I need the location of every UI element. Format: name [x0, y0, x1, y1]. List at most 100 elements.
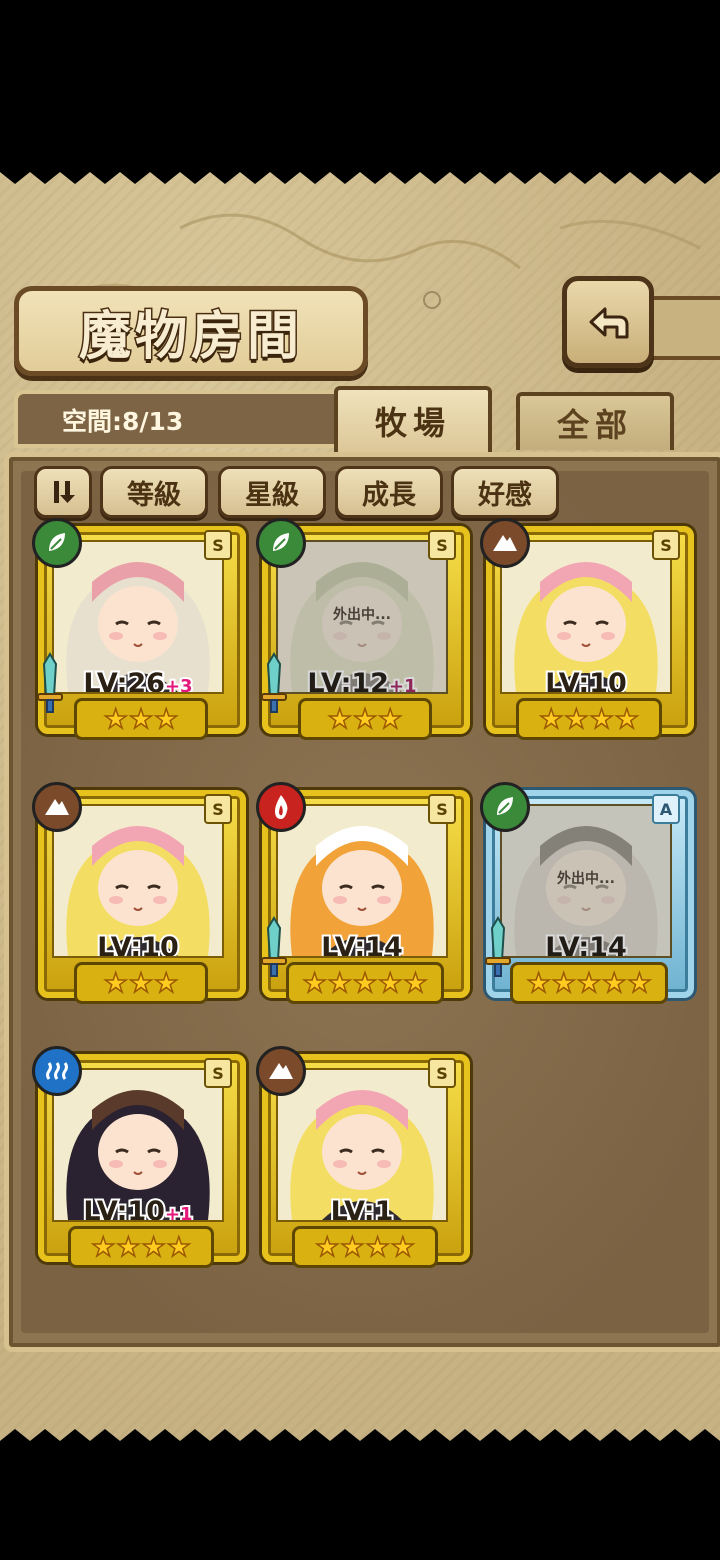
earth-icon — [480, 518, 530, 568]
sort-by-stars-button[interactable]: 星級 — [218, 466, 326, 518]
level-value: LV:26 — [81, 666, 167, 694]
level-value: LV:10 — [81, 1194, 167, 1222]
star-rating: ★ ★ ★ ★ — [292, 1226, 438, 1268]
monster-level: LV:1 — [278, 1194, 446, 1220]
back-button[interactable] — [562, 276, 654, 368]
sword-icon — [261, 652, 287, 713]
star-icon: ★ — [103, 703, 129, 735]
star-icon: ★ — [90, 1231, 116, 1263]
tab-all[interactable]: 全部 — [516, 392, 674, 450]
monster-portrait: 外出中... LV:14 — [500, 804, 672, 958]
star-icon: ★ — [377, 967, 403, 999]
rank-badge: S — [428, 530, 456, 560]
star-rating: ★ ★ ★ — [74, 962, 208, 1004]
title-plaque: 魔物房間 — [14, 286, 368, 376]
rank-badge: S — [204, 530, 232, 560]
monster-portrait: LV:14 — [276, 804, 448, 958]
star-icon: ★ — [352, 703, 378, 735]
star-icon: ★ — [128, 967, 154, 999]
star-rating: ★ ★ ★ ★ — [516, 698, 662, 740]
sort-order-button[interactable] — [34, 466, 92, 518]
star-rating: ★ ★ ★ — [298, 698, 432, 740]
star-icon: ★ — [153, 967, 179, 999]
monster-level: LV:10+1 — [54, 1194, 222, 1222]
away-status-label: 外出中... — [333, 607, 391, 623]
monster-portrait: LV:26+3 — [52, 540, 224, 694]
star-icon: ★ — [116, 1231, 142, 1263]
star-rating: ★ ★ ★ ★ ★ — [510, 962, 668, 1004]
level-value: LV:12 — [305, 666, 391, 694]
water-icon — [32, 1046, 82, 1096]
star-icon: ★ — [327, 967, 353, 999]
star-icon: ★ — [627, 967, 653, 999]
star-icon: ★ — [614, 703, 640, 735]
star-icon: ★ — [352, 967, 378, 999]
monster-level: LV:10 — [54, 930, 222, 958]
rank-badge: S — [428, 794, 456, 824]
star-rating: ★ ★ ★ ★ ★ — [286, 962, 444, 1004]
star-icon: ★ — [141, 1231, 167, 1263]
star-icon: ★ — [128, 703, 154, 735]
star-icon: ★ — [526, 967, 552, 999]
top-torn-edge — [0, 168, 720, 184]
earth-icon — [32, 782, 82, 832]
monster-card[interactable]: 外出中... LV:14 ★ ★ ★ ★ ★ A — [480, 782, 694, 1004]
star-icon: ★ — [153, 703, 179, 735]
monster-portrait: LV:10+1 — [52, 1068, 224, 1222]
star-icon: ★ — [601, 967, 627, 999]
page-title: 魔物房間 — [77, 304, 303, 368]
monster-card[interactable]: 外出中... LV:12+1 ★ ★ ★ S — [256, 518, 470, 740]
star-icon: ★ — [564, 703, 590, 735]
monster-level: LV:14 — [278, 930, 446, 956]
capacity-bar: 空間:8/13 — [14, 390, 344, 448]
rank-badge: S — [204, 1058, 232, 1088]
return-arrow-icon — [589, 307, 629, 339]
capacity-label: 空間:8/13 — [62, 407, 184, 436]
level-value: LV:14 — [543, 930, 629, 958]
monster-card[interactable]: LV:14 ★ ★ ★ ★ ★ S — [256, 782, 470, 1004]
star-icon: ★ — [576, 967, 602, 999]
star-rating: ★ ★ ★ — [74, 698, 208, 740]
level-bonus: +1 — [163, 1202, 195, 1222]
sort-order-icon — [54, 481, 75, 503]
monster-portrait: LV:10 — [52, 804, 224, 958]
monster-card[interactable]: LV:1 ★ ★ ★ ★ S — [256, 1046, 470, 1268]
star-icon: ★ — [551, 967, 577, 999]
monster-card[interactable]: LV:26+3 ★ ★ ★ S — [32, 518, 246, 740]
monster-portrait: LV:1 — [276, 1068, 448, 1222]
monster-level: LV:12+1 — [278, 666, 446, 694]
leaf-icon — [480, 782, 530, 832]
sort-by-growth-button[interactable]: 成長 — [335, 466, 443, 518]
rank-badge: S — [652, 530, 680, 560]
star-icon: ★ — [390, 1231, 416, 1263]
tab-ranch[interactable]: 牧場 — [334, 386, 492, 452]
rank-badge: S — [428, 1058, 456, 1088]
top-black-band — [0, 0, 720, 168]
star-icon: ★ — [327, 703, 353, 735]
monster-level: LV:14 — [502, 930, 670, 958]
leaf-icon — [32, 518, 82, 568]
level-value: LV:10 — [95, 930, 181, 958]
monster-card[interactable]: LV:10 ★ ★ ★ ★ S — [480, 518, 694, 740]
sort-by-level-button[interactable]: 等級 — [100, 466, 208, 518]
level-value: LV:10 — [543, 666, 629, 694]
monster-level: LV:10 — [502, 666, 670, 694]
earth-icon — [256, 1046, 306, 1096]
star-icon: ★ — [589, 703, 615, 735]
monster-card[interactable]: LV:10 ★ ★ ★ S — [32, 782, 246, 1004]
monster-card[interactable]: LV:10+1 ★ ★ ★ ★ S — [32, 1046, 246, 1268]
star-icon: ★ — [340, 1231, 366, 1263]
sword-icon — [485, 916, 511, 977]
level-bonus: +3 — [163, 674, 195, 694]
star-icon: ★ — [103, 967, 129, 999]
leaf-icon — [256, 518, 306, 568]
monster-portrait: 外出中... LV:12+1 — [276, 540, 448, 694]
star-icon: ★ — [314, 1231, 340, 1263]
fire-icon — [256, 782, 306, 832]
sword-icon — [261, 916, 287, 977]
star-icon: ★ — [166, 1231, 192, 1263]
monster-portrait: LV:10 — [500, 540, 672, 694]
monster-level: LV:26+3 — [54, 666, 222, 694]
sort-by-affection-button[interactable]: 好感 — [451, 466, 559, 518]
bottom-torn-edge — [0, 1429, 720, 1445]
